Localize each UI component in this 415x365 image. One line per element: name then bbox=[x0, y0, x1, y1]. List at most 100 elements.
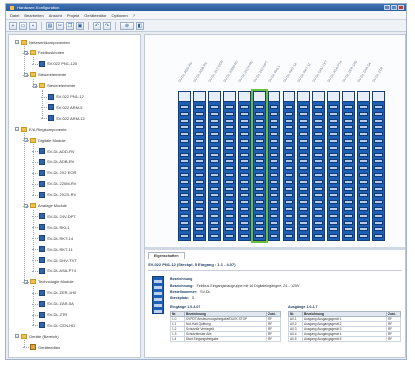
io-channel[interactable] bbox=[239, 132, 249, 137]
io-channel[interactable] bbox=[209, 213, 219, 218]
io-channel[interactable] bbox=[209, 139, 219, 143]
minimize-icon[interactable] bbox=[384, 5, 390, 10]
io-channel[interactable] bbox=[284, 186, 294, 191]
io-channel[interactable] bbox=[254, 220, 264, 225]
io-channel[interactable] bbox=[344, 152, 354, 157]
io-channel[interactable] bbox=[209, 173, 219, 177]
io-channel[interactable] bbox=[239, 179, 249, 184]
io-channel[interactable] bbox=[329, 105, 339, 109]
io-channel[interactable] bbox=[329, 159, 339, 164]
io-channel[interactable] bbox=[284, 227, 294, 232]
module-slot[interactable] bbox=[297, 91, 311, 241]
io-channel[interactable] bbox=[194, 118, 204, 123]
tree-item[interactable]: SV-022 ARM-12 bbox=[48, 115, 85, 122]
io-channel[interactable] bbox=[269, 220, 279, 225]
io-channel[interactable] bbox=[269, 139, 279, 143]
io-channel[interactable] bbox=[239, 234, 249, 239]
io-channel[interactable] bbox=[314, 179, 324, 184]
io-channel[interactable] bbox=[314, 186, 324, 191]
io-channel[interactable] bbox=[359, 145, 369, 150]
tree-item[interactable]: SV-DL 2X2 EOR bbox=[39, 169, 76, 176]
io-channel[interactable] bbox=[284, 139, 294, 143]
menu-file[interactable]: Datei bbox=[10, 13, 19, 18]
tree-item[interactable]: SV-DL RKT-11 bbox=[39, 246, 73, 253]
io-channel[interactable] bbox=[374, 234, 383, 239]
tree-item[interactable]: Digitale Module bbox=[30, 137, 66, 143]
io-channel[interactable] bbox=[344, 234, 354, 239]
io-channel[interactable] bbox=[374, 207, 383, 211]
io-channel[interactable] bbox=[329, 173, 339, 177]
tree-item[interactable]: Geräteeditor bbox=[30, 344, 60, 351]
tree-item[interactable]: Geräte (Bereich) bbox=[21, 333, 59, 339]
io-channel[interactable] bbox=[329, 139, 339, 143]
module-slot[interactable] bbox=[222, 91, 236, 241]
io-channel[interactable] bbox=[180, 227, 189, 232]
io-channel[interactable] bbox=[194, 111, 204, 116]
io-channel[interactable] bbox=[254, 125, 264, 130]
io-channel[interactable] bbox=[224, 105, 234, 109]
io-channel[interactable] bbox=[180, 111, 189, 116]
io-channel[interactable] bbox=[239, 213, 249, 218]
io-channel[interactable] bbox=[329, 152, 339, 157]
io-channel[interactable] bbox=[284, 105, 294, 109]
tree-item[interactable]: SV-022 ARM-5 bbox=[48, 104, 82, 111]
io-channel[interactable] bbox=[314, 152, 324, 157]
io-channel[interactable] bbox=[239, 227, 249, 232]
io-channel[interactable] bbox=[344, 213, 354, 218]
io-channel[interactable] bbox=[209, 220, 219, 225]
io-channel[interactable] bbox=[194, 139, 204, 143]
io-channel[interactable] bbox=[254, 159, 264, 164]
tree-item[interactable]: SV-DL ADB-RV bbox=[39, 158, 74, 165]
io-channel[interactable] bbox=[299, 227, 309, 232]
io-channel[interactable] bbox=[299, 200, 309, 205]
io-channel[interactable] bbox=[329, 186, 339, 191]
tree-item[interactable]: Feldbusknoten bbox=[30, 50, 64, 56]
io-channel[interactable] bbox=[180, 166, 189, 171]
io-channel[interactable] bbox=[344, 105, 354, 109]
tree-item[interactable]: SV-DL DHV-TXT bbox=[39, 257, 77, 263]
io-channel[interactable] bbox=[299, 173, 309, 177]
io-channel[interactable] bbox=[254, 179, 264, 184]
io-channel[interactable] bbox=[299, 166, 309, 171]
io-channel[interactable] bbox=[344, 200, 354, 205]
tree-item[interactable]: SV-DL ASA-PT4 bbox=[39, 267, 76, 274]
io-channel[interactable] bbox=[239, 145, 249, 150]
io-channel[interactable] bbox=[209, 207, 219, 211]
io-channel[interactable] bbox=[314, 213, 324, 218]
io-channel[interactable] bbox=[224, 193, 234, 198]
io-channel[interactable] bbox=[239, 125, 249, 130]
io-channel[interactable] bbox=[209, 234, 219, 239]
module-slot[interactable] bbox=[327, 91, 341, 241]
io-channel[interactable] bbox=[374, 159, 383, 164]
io-channel[interactable] bbox=[269, 234, 279, 239]
io-channel[interactable] bbox=[374, 132, 383, 137]
io-channel[interactable] bbox=[329, 234, 339, 239]
io-channel[interactable] bbox=[284, 220, 294, 225]
io-channel[interactable] bbox=[299, 105, 309, 109]
io-channel[interactable] bbox=[239, 173, 249, 177]
io-channel[interactable] bbox=[254, 193, 264, 198]
io-channel[interactable] bbox=[180, 179, 189, 184]
tree-item[interactable]: Technologie Module bbox=[30, 279, 74, 285]
io-channel[interactable] bbox=[359, 125, 369, 130]
tree-item[interactable]: SV-DL ZTR bbox=[39, 311, 67, 318]
io-channel[interactable] bbox=[359, 173, 369, 177]
io-channel[interactable] bbox=[329, 227, 339, 232]
io-channel[interactable] bbox=[209, 166, 219, 171]
tree-item[interactable]: Steuerelemente bbox=[39, 83, 75, 89]
io-channel[interactable] bbox=[329, 207, 339, 211]
io-channel[interactable] bbox=[254, 227, 264, 232]
io-channel[interactable] bbox=[194, 125, 204, 130]
io-channel[interactable] bbox=[374, 139, 383, 143]
io-channel[interactable] bbox=[314, 166, 324, 171]
io-channel[interactable] bbox=[224, 118, 234, 123]
io-channel[interactable] bbox=[314, 139, 324, 143]
io-channel[interactable] bbox=[359, 132, 369, 137]
expand-toggle-icon[interactable]: - bbox=[15, 127, 19, 132]
tree-item[interactable]: Analoge Module bbox=[30, 203, 67, 209]
undo-icon[interactable]: ↶ bbox=[93, 21, 101, 30]
io-channel[interactable] bbox=[269, 173, 279, 177]
io-channel[interactable] bbox=[224, 207, 234, 211]
io-channel[interactable] bbox=[254, 213, 264, 218]
io-channel[interactable] bbox=[314, 173, 324, 177]
